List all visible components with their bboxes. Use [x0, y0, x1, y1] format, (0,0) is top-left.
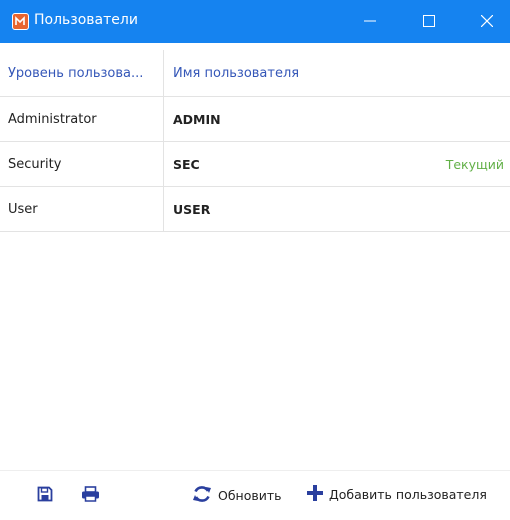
minimize-icon: [364, 12, 376, 31]
users-table: Уровень пользова... Имя пользователя Adm…: [0, 50, 510, 232]
current-user-badge: Текущий: [445, 156, 504, 172]
add-user-button[interactable]: Добавить пользователя: [307, 485, 487, 504]
close-button[interactable]: [464, 0, 510, 43]
user-level-cell: Administrator: [0, 97, 164, 141]
user-level-cell: Security: [0, 142, 164, 186]
print-icon[interactable]: [81, 486, 100, 506]
user-name-cell: USER: [173, 201, 211, 217]
title-bar: Пользователи: [0, 0, 510, 43]
table-row[interactable]: User USER: [0, 187, 510, 232]
app-icon: [12, 13, 29, 30]
refresh-label: Обновить: [218, 488, 282, 503]
maximize-icon: [423, 12, 435, 31]
table-row[interactable]: Administrator ADMIN: [0, 97, 510, 142]
refresh-button[interactable]: Обновить: [192, 485, 282, 506]
add-user-label: Добавить пользователя: [329, 487, 487, 502]
maximize-button[interactable]: [406, 0, 452, 43]
user-name-cell: ADMIN: [173, 111, 221, 127]
table-header: Уровень пользова... Имя пользователя: [0, 50, 510, 97]
plus-icon: [307, 485, 323, 504]
column-header-name[interactable]: Имя пользователя: [164, 50, 510, 96]
close-icon: [480, 12, 494, 31]
column-header-level[interactable]: Уровень пользова...: [0, 50, 164, 96]
footer-toolbar: Обновить Добавить пользователя: [0, 470, 510, 520]
user-level-cell: User: [0, 187, 164, 231]
save-icon[interactable]: [37, 486, 53, 506]
refresh-icon: [192, 485, 212, 506]
minimize-button[interactable]: [347, 0, 393, 43]
window-title: Пользователи: [34, 12, 138, 28]
table-row[interactable]: Security SEC Текущий: [0, 142, 510, 187]
